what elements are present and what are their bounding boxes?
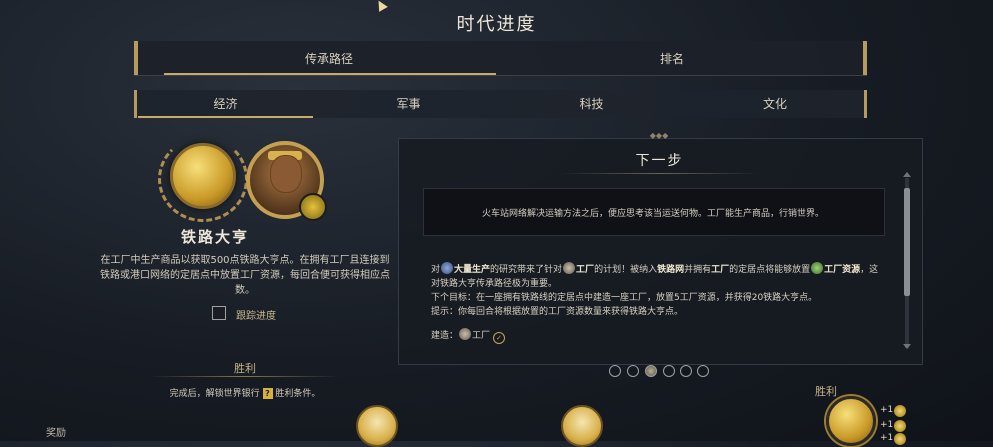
tab-science[interactable]: 科技 [500,90,683,118]
victory-heading: 胜利 [234,362,256,375]
victory-text-after: 胜利条件。 [275,389,321,399]
bonus-label: +1 [880,420,894,430]
tabbar-left-bracket [134,41,138,75]
page-dot[interactable] [680,365,692,377]
info-text: 火车站网络解决运输方法之后，便应思考该当运送何物。工厂能生产商品，行销世界。 [481,209,824,219]
next-step-body: 对大量生产的研究带来了针对 工厂的计划！被纳入铁路网并拥有工厂的定居点将能够放置工… [431,262,881,319]
legacy-name: 铁路大亨 [180,228,249,246]
bonus-label: +1 [880,405,894,415]
scroll-up-arrow[interactable] [903,172,911,177]
resource-icon [811,262,824,274]
active-subtab-underline [138,116,313,118]
tabbar-right-bracket [863,41,867,75]
track-progress-label[interactable]: 跟踪进度 [236,307,276,322]
text-run: 对 [431,265,441,275]
highlight-mass-production: 大量生产 [454,265,491,275]
track-progress-checkbox[interactable] [212,306,226,320]
tab-rankings[interactable]: 排名 [504,41,840,75]
victory-divider [150,376,340,377]
page-dot[interactable] [627,365,639,377]
mini-coin-icon [894,433,906,445]
highlight-factory: 工厂 [711,265,730,275]
scroll-down-arrow[interactable] [903,344,911,349]
text-run: 的定居点将能够放置 [729,265,811,275]
highlight-rail-network: 铁路网 [657,265,685,275]
page-dot[interactable] [609,365,621,377]
gold-badge-icon [299,193,327,221]
gold-coin-icon [170,143,236,209]
active-tab-underline [164,73,496,75]
page-dot[interactable] [697,365,709,377]
panel-ornament: ◆◆◆ [649,131,669,140]
highlight-factory: 工厂 [576,265,595,275]
next-goal-text: 下个目标：在一座拥有铁路线的定居点中建造一座工厂，放置5工厂资源，并获得20铁路… [431,293,818,303]
scrollbar-thumb[interactable] [904,188,910,296]
main-tab-bar: 传承路径 排名 [134,41,867,76]
page-title: 时代进度 [456,14,537,35]
category-tab-bar: 经济 军事 科技 文化 [134,90,867,118]
build-label: 建造： [431,331,459,341]
factory-icon [563,262,576,274]
research-paragraph: 对大量生产的研究带来了针对 工厂的计划！被纳入铁路网并拥有工厂的定居点将能够放置工… [431,262,881,291]
build-item: 工厂 [472,331,491,341]
text-run: 的计划！被纳入 [594,265,658,275]
mass-production-icon [441,262,454,274]
tab-culture[interactable]: 文化 [683,90,867,118]
mini-coin-icon [894,405,906,417]
tip-text: 提示：你每回合将根据放置的工厂资源数量来获得铁路大亨点。 [431,307,684,317]
text-run: 的研究带来了针对 [490,265,563,275]
highlight-factory-resources: 工厂资源 [824,265,861,275]
checkmark-icon: ✓ [492,332,505,344]
leader-face [270,155,302,193]
tab-legacy-paths[interactable]: 传承路径 [164,41,494,75]
tab-economic[interactable]: 经济 [134,90,317,118]
mini-coin-icon [894,420,906,432]
tab-military[interactable]: 军事 [317,90,500,118]
text-run: 并拥有 [684,265,712,275]
rewards-label: 奖励 [46,428,66,439]
gold-coin-icon [826,396,876,446]
right-victory-heading: 胜利 [815,385,837,398]
build-line: 建造： 工厂 ✓ [431,328,505,344]
next-step-title: 下一步 [635,153,684,169]
page-dot-active[interactable] [645,365,657,377]
victory-text: 完成后，解锁世界银行 ? 胜利条件。 [120,386,370,399]
bonus-label: +1 [880,433,894,443]
next-step-divider [560,173,760,174]
legacy-description: 在工厂中生产商品以获取500点铁路大亨点。在拥有工厂且连接到铁路或港口网络的定居… [100,255,390,296]
question-icon: ? [262,388,273,399]
page-dot[interactable] [663,365,675,377]
victory-text-before: 完成后，解锁世界银行 [169,389,260,399]
factory-icon [459,328,472,340]
